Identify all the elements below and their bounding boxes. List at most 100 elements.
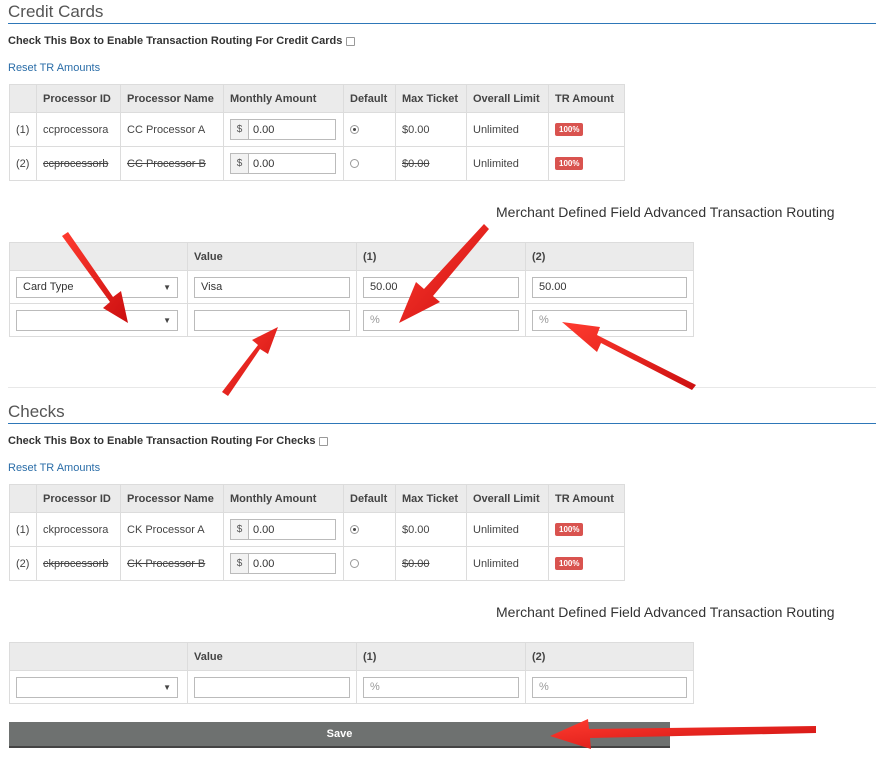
tr-amount-badge: 100% xyxy=(555,157,584,170)
row-index: (2) xyxy=(9,546,37,581)
percent-input-2[interactable]: % xyxy=(532,676,687,698)
default-radio[interactable] xyxy=(350,125,359,135)
percent-input-2[interactable]: % xyxy=(532,309,687,331)
field-cell: ▼ xyxy=(9,303,188,337)
default-radio[interactable] xyxy=(350,525,359,535)
tr-amount-badge: 100% xyxy=(555,557,584,570)
column-header: Monthly Amount xyxy=(223,84,344,113)
table-row: (1) ccprocessora CC Processor A $ 0.00 $… xyxy=(9,112,625,147)
default-cell xyxy=(343,112,396,147)
processor-id: ckprocessorb xyxy=(36,546,121,581)
cc-reset-tr-amounts-link[interactable]: Reset TR Amounts xyxy=(8,62,100,74)
field-cell: ▼ xyxy=(9,670,188,704)
field-select[interactable]: ▼ xyxy=(16,309,178,331)
monthly-amount-value[interactable]: 0.00 xyxy=(248,553,336,574)
cc-processor-table: Processor ID Processor Name Monthly Amou… xyxy=(9,84,625,181)
percent-input-1[interactable]: % xyxy=(363,309,519,331)
value-input[interactable] xyxy=(194,676,350,698)
table-row: Card Type ▼ Visa 50.00 50.00 xyxy=(9,270,694,304)
percent-input-2[interactable]: 50.00 xyxy=(532,276,687,298)
credit-cards-title: Credit Cards xyxy=(8,2,104,21)
p1-cell: % xyxy=(356,670,526,704)
value-input[interactable]: Visa xyxy=(194,276,350,298)
tr-amount-cell: 100% xyxy=(548,512,625,547)
processor-id: ccprocessorb xyxy=(36,146,121,181)
currency-addon: $ xyxy=(230,519,248,540)
monthly-amount-value[interactable]: 0.00 xyxy=(248,519,336,540)
p2-cell: 50.00 xyxy=(525,270,694,304)
tr-amount-badge: 100% xyxy=(555,523,584,536)
table-row: ▼ % % xyxy=(9,303,694,337)
field-cell: Card Type ▼ xyxy=(9,270,188,304)
section-divider xyxy=(8,387,876,388)
column-header: Processor ID xyxy=(36,84,121,113)
column-header xyxy=(9,484,37,513)
value-cell xyxy=(187,303,357,337)
checks-rule xyxy=(8,423,876,424)
column-header: Overall Limit xyxy=(466,484,549,513)
ck-enable-routing[interactable]: Check This Box to Enable Transaction Rou… xyxy=(8,435,329,447)
p1-cell: % xyxy=(356,303,526,337)
tr-amount-badge: 100% xyxy=(555,123,584,136)
column-header: Max Ticket xyxy=(395,484,467,513)
default-cell xyxy=(343,512,396,547)
max-ticket: $0.00 xyxy=(395,546,467,581)
column-header xyxy=(9,642,188,671)
monthly-amount-cell: $ 0.00 xyxy=(223,546,344,581)
monthly-amount-input[interactable]: $ 0.00 xyxy=(230,153,336,174)
max-ticket: $0.00 xyxy=(395,512,467,547)
monthly-amount-cell: $ 0.00 xyxy=(223,512,344,547)
row-index: (1) xyxy=(9,112,37,147)
max-ticket: $0.00 xyxy=(395,112,467,147)
monthly-amount-input[interactable]: $ 0.00 xyxy=(230,119,336,140)
ck-enable-routing-checkbox[interactable] xyxy=(319,436,329,446)
monthly-amount-input[interactable]: $ 0.00 xyxy=(230,553,336,574)
column-header: Processor ID xyxy=(36,484,121,513)
chevron-down-icon: ▼ xyxy=(163,282,171,292)
processor-name: CK Processor B xyxy=(120,546,224,581)
column-header: Max Ticket xyxy=(395,84,467,113)
value-input[interactable] xyxy=(194,309,350,331)
processor-name: CC Processor A xyxy=(120,112,224,147)
percent-input-1[interactable]: % xyxy=(363,676,519,698)
column-header: (2) xyxy=(525,642,694,671)
cc-enable-routing-label: Check This Box to Enable Transaction Rou… xyxy=(8,35,343,47)
processor-id: ckprocessora xyxy=(36,512,121,547)
cc-enable-routing[interactable]: Check This Box to Enable Transaction Rou… xyxy=(8,35,356,47)
save-button[interactable]: Save xyxy=(9,722,670,748)
column-header: Value xyxy=(187,642,357,671)
table-header-row: Processor ID Processor Name Monthly Amou… xyxy=(9,84,625,113)
default-radio[interactable] xyxy=(350,559,359,569)
field-select[interactable]: Card Type ▼ xyxy=(16,276,178,298)
p2-cell: % xyxy=(525,303,694,337)
monthly-amount-cell: $ 0.00 xyxy=(223,146,344,181)
tr-amount-cell: 100% xyxy=(548,546,625,581)
p2-cell: % xyxy=(525,670,694,704)
annotation-arrow-icon xyxy=(222,327,278,396)
monthly-amount-value[interactable]: 0.00 xyxy=(248,153,336,174)
cc-enable-routing-checkbox[interactable] xyxy=(346,36,356,46)
table-row: (1) ckprocessora CK Processor A $ 0.00 $… xyxy=(9,512,625,547)
p1-cell: 50.00 xyxy=(356,270,526,304)
currency-addon: $ xyxy=(230,553,248,574)
chevron-down-icon: ▼ xyxy=(163,682,171,692)
cc-mdf-title: Merchant Defined Field Advanced Transact… xyxy=(496,204,835,220)
column-header xyxy=(9,242,188,271)
row-index: (1) xyxy=(9,512,37,547)
currency-addon: $ xyxy=(230,119,248,140)
field-select[interactable]: ▼ xyxy=(16,676,178,698)
tr-amount-cell: 100% xyxy=(548,146,625,181)
table-row: (2) ccprocessorb CC Processor B $ 0.00 $… xyxy=(9,146,625,181)
table-header-row: Value (1) (2) xyxy=(9,642,694,671)
overall-limit: Unlimited xyxy=(466,546,549,581)
default-radio[interactable] xyxy=(350,159,359,169)
ck-reset-tr-amounts-link[interactable]: Reset TR Amounts xyxy=(8,462,100,474)
percent-input-1[interactable]: 50.00 xyxy=(363,276,519,298)
monthly-amount-input[interactable]: $ 0.00 xyxy=(230,519,336,540)
column-header xyxy=(9,84,37,113)
column-header: Monthly Amount xyxy=(223,484,344,513)
processor-name: CK Processor A xyxy=(120,512,224,547)
checks-title: Checks xyxy=(8,402,65,421)
monthly-amount-value[interactable]: 0.00 xyxy=(248,119,336,140)
column-header: (2) xyxy=(525,242,694,271)
